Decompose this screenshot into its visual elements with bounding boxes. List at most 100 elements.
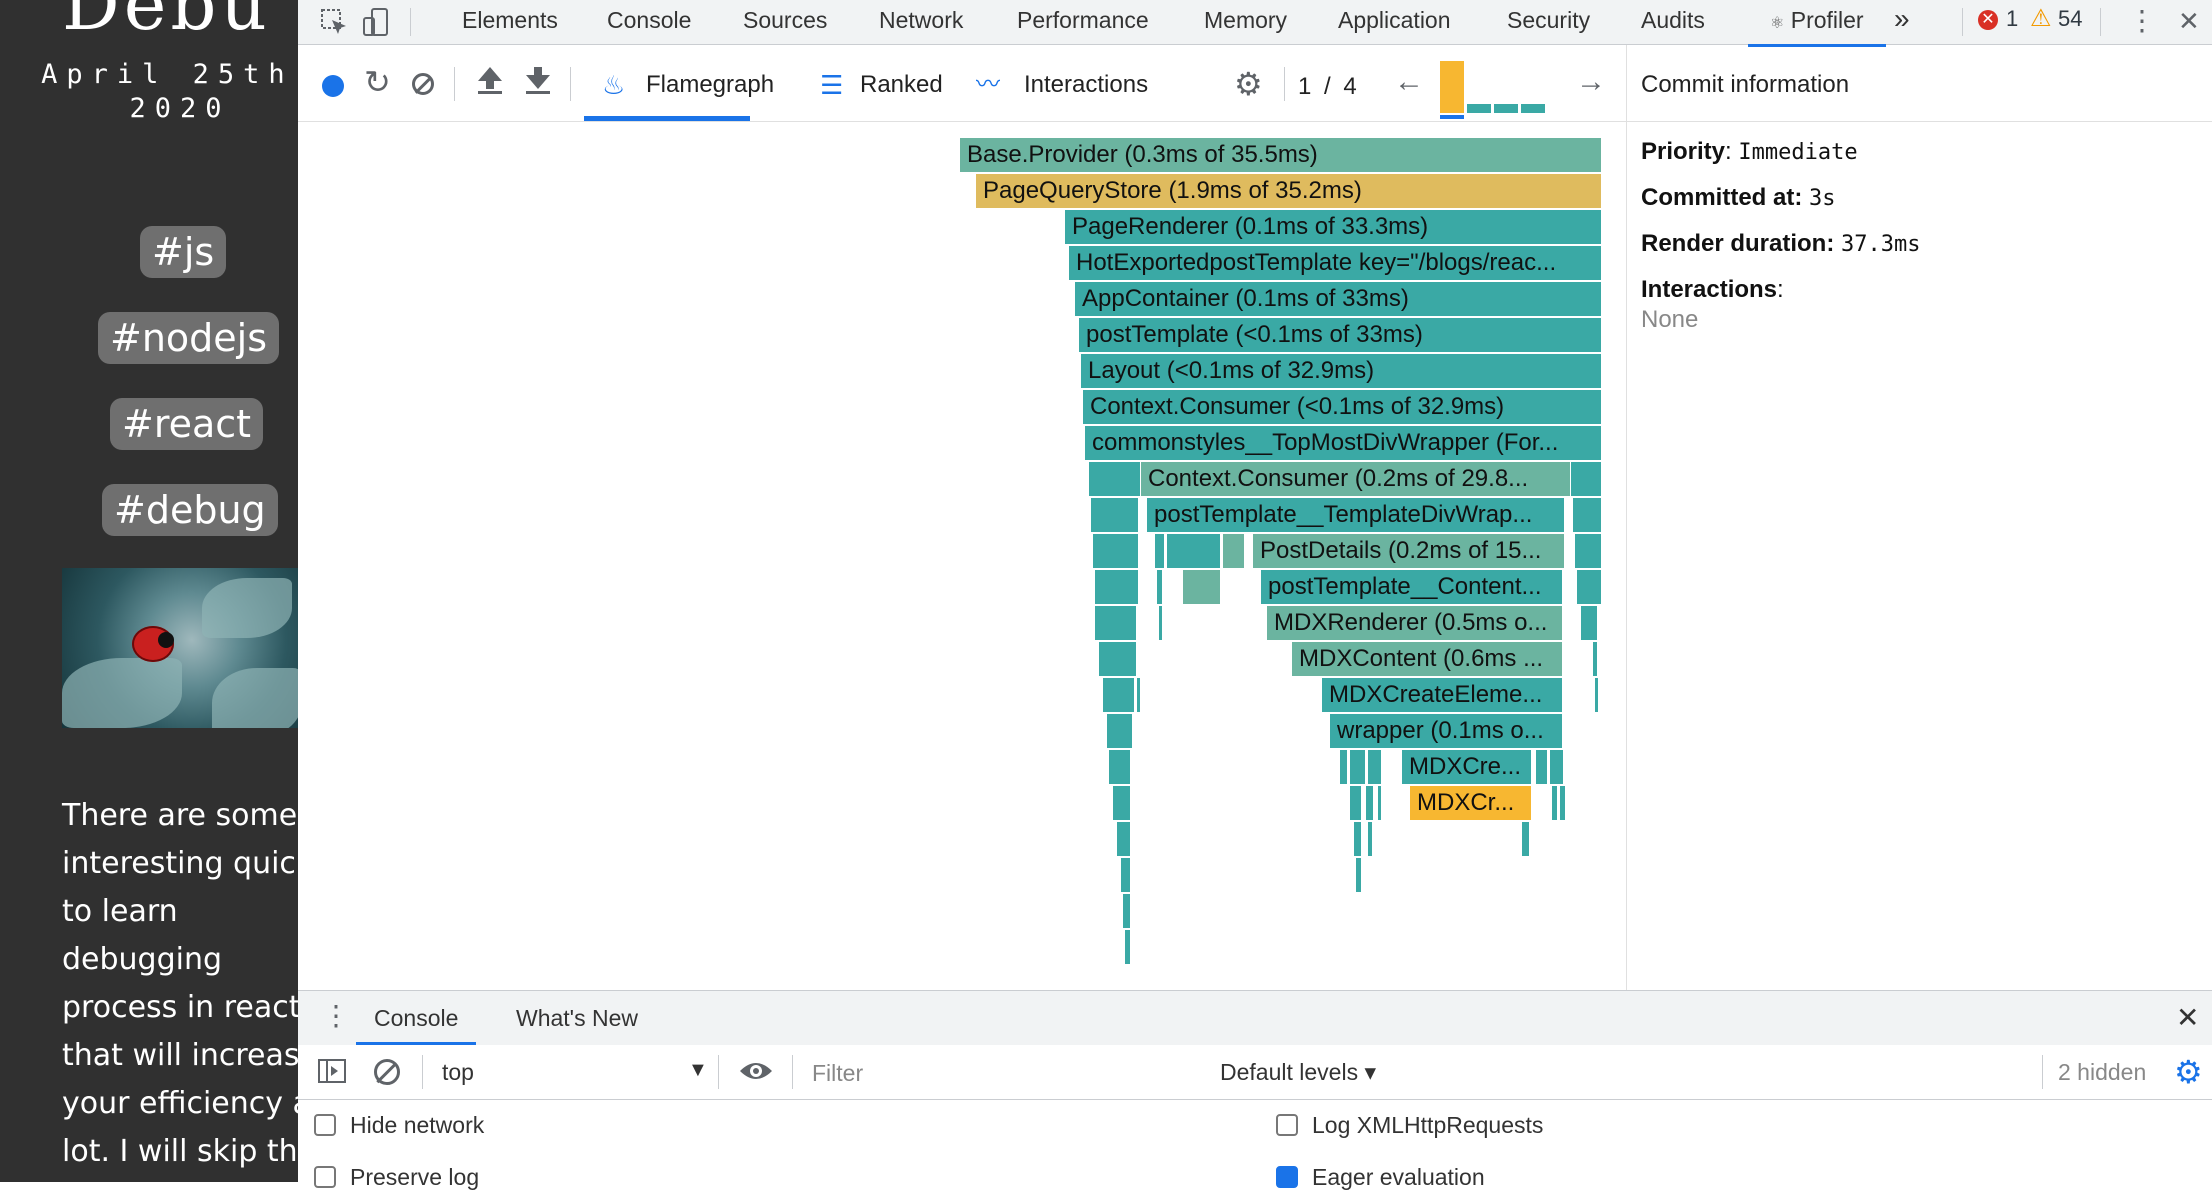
flame-stub[interactable] bbox=[1099, 642, 1137, 676]
flame-stub[interactable] bbox=[1223, 534, 1245, 568]
flame-stub[interactable] bbox=[1125, 930, 1131, 964]
flame-bar[interactable]: HotExportedpostTemplate key="/blogs/reac… bbox=[1069, 246, 1602, 280]
flame-stub[interactable] bbox=[1093, 534, 1139, 568]
tab-console[interactable]: Console bbox=[607, 0, 691, 44]
flame-bar[interactable]: postTemplate (<0.1ms of 33ms) bbox=[1079, 318, 1602, 352]
tab-sources[interactable]: Sources bbox=[743, 0, 827, 44]
flame-stub[interactable] bbox=[1159, 606, 1163, 640]
flame-stub[interactable] bbox=[1155, 534, 1165, 568]
clear-icon[interactable] bbox=[412, 73, 434, 95]
flame-stub[interactable] bbox=[1378, 786, 1382, 820]
flame-bar[interactable]: PageQueryStore (1.9ms of 35.2ms) bbox=[976, 174, 1602, 208]
flame-stub[interactable] bbox=[1571, 462, 1602, 496]
inspect-element-icon[interactable] bbox=[318, 6, 350, 38]
tab-interactions[interactable]: 〰 Interactions bbox=[976, 45, 1156, 118]
flame-stub[interactable] bbox=[1550, 750, 1564, 784]
flame-stub[interactable] bbox=[1575, 534, 1602, 568]
flame-stub[interactable] bbox=[1121, 858, 1131, 892]
flame-stub[interactable] bbox=[1183, 570, 1221, 604]
flame-stub[interactable] bbox=[1123, 894, 1131, 928]
tag-debug[interactable]: #debug bbox=[102, 484, 278, 536]
flame-stub[interactable] bbox=[1340, 750, 1348, 784]
flame-stub[interactable] bbox=[1089, 462, 1141, 496]
flame-bar[interactable]: Layout (<0.1ms of 32.9ms) bbox=[1081, 354, 1602, 388]
tab-application[interactable]: Application bbox=[1338, 0, 1451, 44]
log-levels-dropdown[interactable]: Default levels ▾ bbox=[1220, 1059, 1376, 1086]
commit-bar[interactable] bbox=[1494, 104, 1518, 113]
flame-stub[interactable] bbox=[1103, 678, 1135, 712]
flame-bar[interactable]: MDXCreateEleme... bbox=[1322, 678, 1563, 712]
eager-evaluation-checkbox[interactable] bbox=[1276, 1166, 1298, 1188]
drawer-menu-icon[interactable]: ⋮ bbox=[322, 999, 350, 1032]
flame-stub[interactable] bbox=[1595, 678, 1599, 712]
flame-stub[interactable] bbox=[1117, 822, 1131, 856]
reload-profile-icon[interactable]: ↻ bbox=[364, 63, 391, 101]
flame-stub[interactable] bbox=[1522, 822, 1530, 856]
flame-bar[interactable]: MDXRenderer (0.5ms o... bbox=[1267, 606, 1563, 640]
next-commit-button[interactable]: → bbox=[1576, 65, 1606, 99]
tag-js[interactable]: #js bbox=[140, 226, 227, 278]
flame-stub[interactable] bbox=[1573, 498, 1602, 532]
flame-bar[interactable]: MDXContent (0.6ms ... bbox=[1292, 642, 1563, 676]
flame-stub[interactable] bbox=[1113, 786, 1131, 820]
tag-react[interactable]: #react bbox=[110, 398, 264, 450]
flame-stub[interactable] bbox=[1577, 570, 1602, 604]
clear-console-icon[interactable] bbox=[374, 1059, 400, 1085]
close-drawer-icon[interactable]: ✕ bbox=[2176, 1001, 2199, 1034]
tab-performance[interactable]: Performance bbox=[1017, 0, 1149, 44]
device-toolbar-icon[interactable] bbox=[360, 6, 392, 38]
flame-stub[interactable] bbox=[1356, 858, 1362, 892]
flame-bar[interactable]: AppContainer (0.1ms of 33ms) bbox=[1075, 282, 1602, 316]
commit-bar-chart[interactable] bbox=[1440, 59, 1550, 119]
save-profile-icon[interactable] bbox=[524, 63, 552, 102]
error-count[interactable]: 1 bbox=[2006, 6, 2018, 32]
commit-bar[interactable] bbox=[1440, 61, 1464, 113]
flame-stub[interactable] bbox=[1368, 750, 1382, 784]
flame-stub[interactable] bbox=[1095, 606, 1137, 640]
console-settings-gear-icon[interactable]: ⚙ bbox=[2174, 1053, 2203, 1091]
drawer-tab-whats-new[interactable]: What's New bbox=[504, 991, 650, 1042]
flame-bar[interactable]: Context.Consumer (<0.1ms of 32.9ms) bbox=[1083, 390, 1602, 424]
flame-bar[interactable]: postTemplate__Content... bbox=[1261, 570, 1563, 604]
flame-stub[interactable] bbox=[1137, 678, 1141, 712]
flame-stub[interactable] bbox=[1593, 642, 1598, 676]
flame-bar[interactable]: Base.Provider (0.3ms of 35.5ms) bbox=[960, 138, 1602, 172]
live-expression-eye-icon[interactable] bbox=[738, 1057, 774, 1090]
flame-stub[interactable] bbox=[1560, 786, 1566, 820]
warning-count[interactable]: 54 bbox=[2058, 6, 2082, 32]
flame-stub[interactable] bbox=[1536, 750, 1548, 784]
error-icon[interactable]: ✕ bbox=[1978, 10, 1998, 30]
flame-bar[interactable]: MDXCre... bbox=[1402, 750, 1532, 784]
flame-bar[interactable]: commonstyles__TopMostDivWrapper (For... bbox=[1085, 426, 1602, 460]
flame-stub[interactable] bbox=[1109, 750, 1131, 784]
close-devtools-icon[interactable]: ✕ bbox=[2178, 6, 2200, 37]
customize-menu-icon[interactable]: ⋮ bbox=[2128, 4, 2156, 37]
flame-stub[interactable] bbox=[1157, 570, 1163, 604]
preserve-log-checkbox[interactable] bbox=[314, 1166, 336, 1188]
show-sidebar-icon[interactable] bbox=[318, 1059, 346, 1083]
flame-stub[interactable] bbox=[1091, 498, 1139, 532]
console-filter-input[interactable] bbox=[806, 1054, 1204, 1092]
more-tabs-button[interactable]: » bbox=[1894, 0, 1910, 44]
commit-bar[interactable] bbox=[1521, 104, 1545, 113]
tab-memory[interactable]: Memory bbox=[1204, 0, 1287, 44]
flame-stub[interactable] bbox=[1366, 786, 1374, 820]
flame-bar[interactable]: wrapper (0.1ms o... bbox=[1330, 714, 1563, 748]
flame-stub[interactable] bbox=[1552, 786, 1558, 820]
load-profile-icon[interactable] bbox=[476, 63, 504, 102]
previous-commit-button[interactable]: ← bbox=[1394, 65, 1424, 99]
hide-network-checkbox[interactable] bbox=[314, 1114, 336, 1136]
flame-stub[interactable] bbox=[1095, 570, 1139, 604]
flame-stub[interactable] bbox=[1354, 822, 1362, 856]
flame-bar[interactable]: PostDetails (0.2ms of 15... bbox=[1253, 534, 1565, 568]
log-xmlhttprequests-checkbox[interactable] bbox=[1276, 1114, 1298, 1136]
flame-stub[interactable] bbox=[1368, 822, 1373, 856]
flame-stub[interactable] bbox=[1350, 750, 1366, 784]
commit-bar[interactable] bbox=[1467, 104, 1491, 113]
tab-profiler[interactable]: ⚛ Profiler bbox=[1748, 0, 1886, 47]
flame-stub[interactable] bbox=[1167, 534, 1221, 568]
warning-icon[interactable]: ⚠ bbox=[2030, 4, 2052, 33]
drawer-tab-console[interactable]: Console bbox=[356, 991, 477, 1045]
flame-bar[interactable]: MDXCr... bbox=[1410, 786, 1532, 820]
flame-stub[interactable] bbox=[1581, 606, 1598, 640]
